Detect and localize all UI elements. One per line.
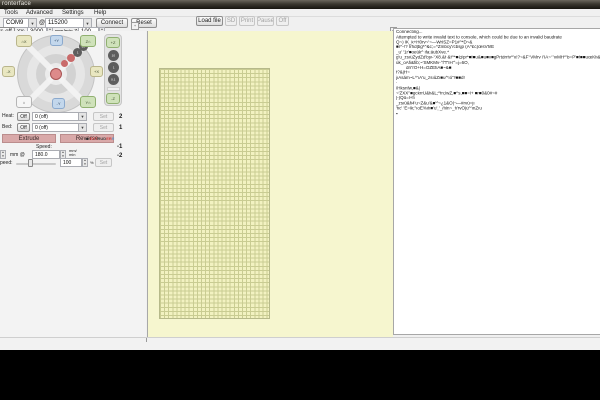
console-line: ▪ <box>396 112 600 117</box>
extrude-button[interactable]: Extrude <box>2 134 56 143</box>
chevron-down-icon[interactable]: ▼ <box>83 19 91 27</box>
chevron-down-icon[interactable]: ▼ <box>78 124 86 131</box>
status-bar <box>0 337 600 350</box>
extrude-length-stepper[interactable]: ▲▼ <box>0 150 6 159</box>
gauge-number: -1 <box>117 144 122 150</box>
jog-plus-y-button[interactable]: +Y <box>50 35 63 46</box>
home-y-button[interactable]: Y⌂ <box>80 96 96 108</box>
jog-distance-dot[interactable] <box>61 60 68 67</box>
extruder-gauge: ■!EXTRUDER!! <box>86 137 114 141</box>
pronterface-window: ronterface Tools Advanced Settings Help … <box>0 0 600 350</box>
title-bar[interactable]: ronterface <box>0 0 600 9</box>
z-distance-dot-01[interactable]: 0.1 <box>108 74 119 85</box>
chevron-down-icon[interactable]: ▼ <box>78 113 86 120</box>
bed-off-button[interactable]: Off <box>17 123 30 132</box>
jog-plus-z-button[interactable]: +Z <box>106 37 120 48</box>
jog-minus-y-button[interactable]: -Y <box>52 98 65 109</box>
menu-tools[interactable]: Tools <box>4 10 18 16</box>
speed-set-button[interactable]: Set <box>95 158 112 167</box>
jog-center-dot[interactable] <box>50 68 62 80</box>
gauge-number: 2 <box>119 114 122 120</box>
gauge-number: -2 <box>117 153 122 159</box>
z-strip-segment[interactable] <box>107 87 120 91</box>
window-title: ronterface <box>2 1 31 7</box>
build-plate-view[interactable] <box>147 31 393 337</box>
bed-temp-select[interactable]: 0 (off) ▼ <box>32 123 87 132</box>
bed-temp-value: 0 (off) <box>35 125 48 131</box>
jog-minus-x-button[interactable]: -X <box>2 66 15 77</box>
left-panel-collapse-button[interactable]: + <box>131 22 139 30</box>
z-distance-dot-1[interactable]: 1 <box>108 62 119 73</box>
menu-advanced[interactable]: Advanced <box>26 10 53 16</box>
home-z-button[interactable]: Z⌂ <box>80 35 96 47</box>
home-x-button[interactable]: ⌂X <box>16 35 32 47</box>
mm-min-label: mm/min <box>69 149 77 157</box>
off-button[interactable]: Off <box>276 16 289 26</box>
jog-minus-z-button[interactable]: -Z <box>106 93 120 104</box>
z-jog-strip: +Z 10 1 0.1 -Z <box>104 34 122 106</box>
print-button[interactable]: Print <box>239 16 255 26</box>
heat-temp-select[interactable]: 0 (off) ▼ <box>32 112 87 121</box>
jog-plus-x-button[interactable]: +X <box>90 66 103 77</box>
extrude-speed-input[interactable]: 180.0 <box>32 150 60 159</box>
port-select-value: COM9 <box>6 20 23 26</box>
load-file-button[interactable]: Load file <box>196 16 223 26</box>
sd-button[interactable]: SD <box>225 16 237 26</box>
console-text: Connecting... Attempted to write invalid… <box>396 30 600 117</box>
console-log[interactable]: Connecting... Attempted to write invalid… <box>393 28 600 335</box>
percent-label: % <box>90 160 94 165</box>
chevron-down-icon[interactable]: ▼ <box>28 19 36 27</box>
home-all-button[interactable]: ⌂ <box>16 96 32 108</box>
gauge-number: 1 <box>119 125 122 131</box>
build-plate-grid[interactable] <box>159 68 270 319</box>
speed-slider-thumb[interactable] <box>28 159 33 167</box>
mm-at-label: mm @ <box>10 152 25 158</box>
z-distance-dot-10[interactable]: 10 <box>108 50 119 61</box>
jog-pad: 1 10 100 ⌂X +Y Z⌂ -X +X ⌂ -Y Y⌂ <box>8 33 104 111</box>
menu-help[interactable]: Help <box>94 10 106 16</box>
baud-select-value: 115200 <box>48 20 68 26</box>
menu-bar: Tools Advanced Settings Help <box>0 9 600 17</box>
speed-percent-input[interactable]: 100 <box>60 158 82 167</box>
splitter-notch[interactable] <box>146 338 147 342</box>
heat-label: Heat: <box>2 113 14 119</box>
heat-off-button[interactable]: Off <box>17 112 30 121</box>
screen: ronterface Tools Advanced Settings Help … <box>0 0 600 400</box>
heat-temp-value: 0 (off) <box>35 114 48 120</box>
print-speed-label: peed: <box>0 160 13 166</box>
control-panel: 1 10 100 ⌂X +Y Z⌂ -X +X ⌂ -Y Y⌂ +Z 10 1 … <box>0 31 146 337</box>
menu-settings[interactable]: Settings <box>62 10 84 16</box>
speed-percent-stepper[interactable]: ▲▼ <box>82 158 88 167</box>
speed-slider[interactable] <box>16 163 56 165</box>
bed-set-button[interactable]: Set <box>93 123 114 132</box>
heat-set-button[interactable]: Set <box>93 112 114 121</box>
bed-label: Bed: <box>2 124 12 130</box>
pause-button[interactable]: Pause <box>257 16 274 26</box>
